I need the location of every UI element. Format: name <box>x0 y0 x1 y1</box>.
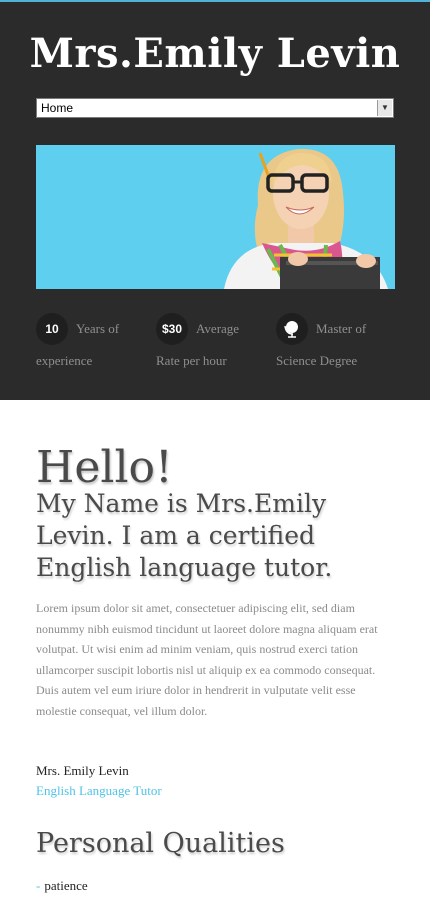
stat-label-line1: Years of <box>76 321 120 336</box>
stat-badge-rate: $30 <box>156 313 188 345</box>
quality-label: patience <box>44 878 88 893</box>
stat-label-line2: Rate per hour <box>156 353 227 368</box>
signature-role-link[interactable]: English Language Tutor <box>36 783 162 799</box>
bullet-dash-icon: - <box>36 878 41 893</box>
qualities-list: - patience <box>36 878 88 894</box>
stat-experience: 10 Years of experience <box>36 313 156 373</box>
stat-rate: $30 Average Rate per hour <box>156 313 276 373</box>
intro-heading: My Name is Mrs.Emily Levin. I am a certi… <box>36 489 333 582</box>
stat-label-line2: Science Degree <box>276 353 358 368</box>
stat-label-line1: Master of <box>316 321 367 336</box>
signature-name: Mrs. Emily Levin <box>36 763 129 778</box>
tutor-photo-illustration <box>36 145 395 289</box>
hero-image <box>36 145 395 289</box>
bio-paragraph: Lorem ipsum dolor sit amet, consectetuer… <box>36 601 378 718</box>
globe-icon <box>276 313 308 345</box>
personal-qualities-heading: Personal Qualities <box>36 828 285 859</box>
stat-label-line1: Average <box>196 321 240 336</box>
stat-badge-years: 10 <box>36 313 68 345</box>
nav-dropdown[interactable]: Home ▼ <box>36 98 394 118</box>
nav-dropdown-value: Home <box>41 101 74 115</box>
hello-heading: Hello! <box>36 442 173 493</box>
site-header: Mrs.Emily Levin Home ▼ 10 Years of exper… <box>0 2 430 400</box>
stat-degree: Master of Science Degree <box>276 313 396 373</box>
stat-label-line2: experience <box>36 353 93 368</box>
dropdown-arrow-icon[interactable]: ▼ <box>377 100 392 116</box>
list-item: - patience <box>36 878 88 894</box>
stats-row: 10 Years of experience $30 Average Rate … <box>36 313 396 373</box>
site-title: Mrs.Emily Levin <box>29 30 401 77</box>
